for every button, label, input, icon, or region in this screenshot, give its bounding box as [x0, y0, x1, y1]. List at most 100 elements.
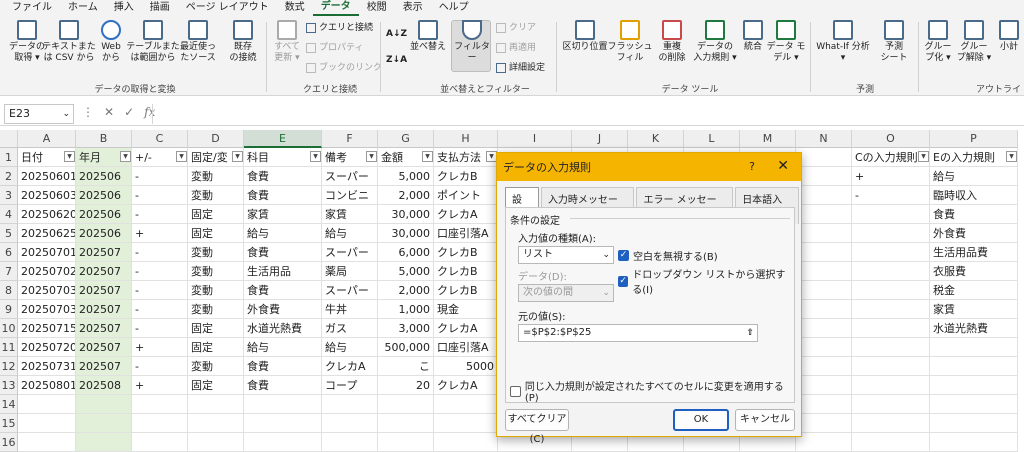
cell-o10[interactable]: [852, 319, 930, 338]
cell-d4[interactable]: 固定: [188, 205, 244, 224]
collapse-range-icon[interactable]: ⇧: [746, 325, 754, 341]
row-header-15[interactable]: 15: [0, 414, 18, 433]
data-select[interactable]: 次の値の間 ⌄: [518, 284, 614, 302]
menu-view[interactable]: 表示: [395, 0, 431, 16]
cell-f11[interactable]: 給与: [322, 338, 378, 357]
cell-o3[interactable]: -: [852, 186, 930, 205]
close-icon[interactable]: ✕: [777, 158, 789, 174]
cell-e12[interactable]: 食費: [244, 357, 322, 376]
cell-o9[interactable]: [852, 300, 930, 319]
cell-c12[interactable]: -: [132, 357, 188, 376]
cell-a3[interactable]: 20250603: [18, 186, 76, 205]
filter-dropdown-icon[interactable]: ▼: [120, 151, 131, 162]
cell-g15[interactable]: [378, 414, 434, 433]
from-text-csv-button[interactable]: テキストまた は CSV から: [42, 20, 96, 64]
cell-o4[interactable]: [852, 205, 930, 224]
row-header-16[interactable]: 16: [0, 433, 18, 452]
cell-n14[interactable]: [796, 395, 852, 414]
cancel-icon[interactable]: ✕: [104, 105, 114, 119]
column-header-m[interactable]: M: [740, 130, 796, 148]
cell-f2[interactable]: スーパー: [322, 167, 378, 186]
cell-c9[interactable]: -: [132, 300, 188, 319]
cell-h4[interactable]: クレカA: [434, 205, 498, 224]
text-to-columns-button[interactable]: 区切り位置: [562, 20, 608, 53]
cell-n4[interactable]: [796, 205, 852, 224]
cell-b4[interactable]: 202506: [76, 205, 132, 224]
cell-b14[interactable]: [76, 395, 132, 414]
cell-a12[interactable]: 20250731: [18, 357, 76, 376]
cell-g4[interactable]: 30,000: [378, 205, 434, 224]
cell-o6[interactable]: [852, 243, 930, 262]
cell-g16[interactable]: [378, 433, 434, 452]
cell-f10[interactable]: ガス: [322, 319, 378, 338]
filter-dropdown-icon[interactable]: ▼: [422, 151, 433, 162]
filter-dropdown-icon[interactable]: ▼: [1006, 151, 1017, 162]
cell-b12[interactable]: 202507: [76, 357, 132, 376]
cell-a10[interactable]: 20250715: [18, 319, 76, 338]
cell-o8[interactable]: [852, 281, 930, 300]
cell-g11[interactable]: 500,000: [378, 338, 434, 357]
menu-file[interactable]: ファイル: [4, 0, 60, 16]
cell-p10[interactable]: 水道光熱費: [930, 319, 1018, 338]
cell-h12[interactable]: 5000: [434, 357, 498, 376]
cell-n2[interactable]: [796, 167, 852, 186]
cell-n12[interactable]: [796, 357, 852, 376]
column-header-c[interactable]: C: [132, 130, 188, 148]
cell-e3[interactable]: 食費: [244, 186, 322, 205]
cell-o12[interactable]: [852, 357, 930, 376]
from-web-button[interactable]: Web から: [96, 20, 126, 64]
cell-f12[interactable]: クレカA: [322, 357, 378, 376]
column-header-h[interactable]: H: [434, 130, 498, 148]
data-model-button[interactable]: データ モ デル ▾: [767, 20, 805, 64]
cell-f8[interactable]: スーパー: [322, 281, 378, 300]
cell-c14[interactable]: [132, 395, 188, 414]
cell-c3[interactable]: -: [132, 186, 188, 205]
filter-button[interactable]: フィルター: [452, 20, 492, 64]
formula-input[interactable]: [152, 104, 1020, 124]
column-header-j[interactable]: J: [572, 130, 628, 148]
cell-n15[interactable]: [796, 414, 852, 433]
what-if-button[interactable]: What-If 分析 ▾: [816, 20, 870, 64]
get-data-button[interactable]: データの 取得 ▾: [9, 20, 45, 64]
cell-h10[interactable]: クレカA: [434, 319, 498, 338]
cell-n8[interactable]: [796, 281, 852, 300]
cell-g3[interactable]: 2,000: [378, 186, 434, 205]
cell-f4[interactable]: 家賃: [322, 205, 378, 224]
cell-e14[interactable]: [244, 395, 322, 414]
cell-n13[interactable]: [796, 376, 852, 395]
cell-g10[interactable]: 3,000: [378, 319, 434, 338]
filter-dropdown-icon[interactable]: ▼: [366, 151, 377, 162]
ungroup-button[interactable]: グルー プ解除 ▾: [956, 20, 992, 64]
cell-a14[interactable]: [18, 395, 76, 414]
help-icon[interactable]: ?: [749, 160, 755, 173]
cell-c8[interactable]: -: [132, 281, 188, 300]
cell-o13[interactable]: [852, 376, 930, 395]
cell-n3[interactable]: [796, 186, 852, 205]
filter-dropdown-icon[interactable]: ▼: [176, 151, 187, 162]
cell-f7[interactable]: 薬局: [322, 262, 378, 281]
row-header-3[interactable]: 3: [0, 186, 18, 205]
cell-n7[interactable]: [796, 262, 852, 281]
cell-d3[interactable]: 変動: [188, 186, 244, 205]
cell-d7[interactable]: 変動: [188, 262, 244, 281]
cell-a6[interactable]: 20250701: [18, 243, 76, 262]
ignore-blank-checkbox[interactable]: ✓ 空白を無視する(B): [618, 248, 718, 263]
cell-e5[interactable]: 給与: [244, 224, 322, 243]
cell-h2[interactable]: クレカB: [434, 167, 498, 186]
menu-draw[interactable]: 描画: [142, 0, 178, 16]
row-header-10[interactable]: 10: [0, 319, 18, 338]
cell-g5[interactable]: 30,000: [378, 224, 434, 243]
cell-b6[interactable]: 202507: [76, 243, 132, 262]
cell-a4[interactable]: 20250620: [18, 205, 76, 224]
cell-n1[interactable]: [796, 148, 852, 167]
cell-h8[interactable]: クレカB: [434, 281, 498, 300]
cell-p4[interactable]: 食費: [930, 205, 1018, 224]
cell-p13[interactable]: [930, 376, 1018, 395]
cell-c11[interactable]: +: [132, 338, 188, 357]
sort-za-button[interactable]: Z↓A: [386, 54, 407, 66]
cell-f15[interactable]: [322, 414, 378, 433]
apply-all-checkbox[interactable]: 同じ入力規則が設定されたすべてのセルに変更を適用する(P): [510, 378, 794, 404]
cell-d16[interactable]: [188, 433, 244, 452]
select-all-corner[interactable]: [0, 130, 18, 148]
menu-home[interactable]: ホーム: [60, 0, 106, 16]
